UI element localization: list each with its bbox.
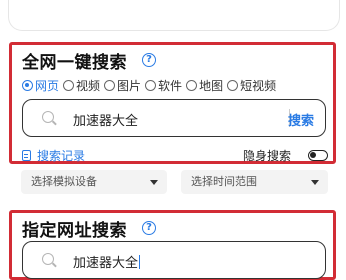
site-search-panel: 全网一键搜索 ? 网页 视频 图片 软件 地图 短视频 加速器大全 搜索 搜索记… <box>9 42 336 164</box>
category-radio-group: 网页 视频 图片 软件 地图 短视频 <box>22 77 280 94</box>
radio-checked-icon <box>22 80 33 91</box>
search-icon <box>42 111 54 123</box>
toggle-knob <box>310 152 316 158</box>
radio-unchecked-icon <box>145 80 157 91</box>
radio-unchecked-icon <box>227 80 239 91</box>
search-query[interactable]: 加速器大全 <box>73 110 138 129</box>
url-search-title: 指定网址搜索 <box>22 221 127 241</box>
search-button[interactable]: 搜索 <box>288 110 314 129</box>
time-range-select-label: 选择时间范围 <box>191 175 257 188</box>
text-cursor <box>139 255 141 269</box>
site-search-title: 全网一键搜索 <box>22 53 127 73</box>
search-icon <box>42 253 54 265</box>
device-select[interactable]: 选择模拟设备 <box>21 170 167 194</box>
time-range-select[interactable]: 选择时间范围 <box>181 170 328 194</box>
radio-video[interactable]: 视频 <box>63 77 100 94</box>
radio-short-video[interactable]: 短视频 <box>227 77 276 94</box>
help-icon[interactable]: ? <box>142 221 156 235</box>
radio-unchecked-icon <box>63 80 75 91</box>
search-history-link[interactable]: 搜索记录 <box>22 147 85 164</box>
url-search-query[interactable]: 加速器大全 <box>73 252 141 271</box>
radio-map[interactable]: 地图 <box>186 77 223 94</box>
incognito-toggle[interactable] <box>308 150 328 161</box>
url-search-input[interactable]: 加速器大全 <box>22 241 326 279</box>
search-input[interactable]: 加速器大全 搜索 <box>22 99 326 137</box>
caret-down-icon <box>311 180 319 185</box>
incognito-label: 隐身搜索 <box>243 149 292 163</box>
help-icon[interactable]: ? <box>142 53 156 67</box>
url-search-panel: 指定网址搜索 ? 加速器大全 <box>9 210 336 280</box>
caret-down-icon <box>150 180 158 185</box>
radio-web[interactable]: 网页 <box>22 77 59 94</box>
search-history-label: 搜索记录 <box>37 149 86 163</box>
history-doc-icon <box>22 150 31 161</box>
radio-unchecked-icon <box>186 80 198 91</box>
previous-card <box>8 0 340 31</box>
device-select-label: 选择模拟设备 <box>31 175 97 188</box>
radio-image[interactable]: 图片 <box>104 77 141 94</box>
radio-software[interactable]: 软件 <box>145 77 182 94</box>
radio-unchecked-icon <box>104 80 116 91</box>
